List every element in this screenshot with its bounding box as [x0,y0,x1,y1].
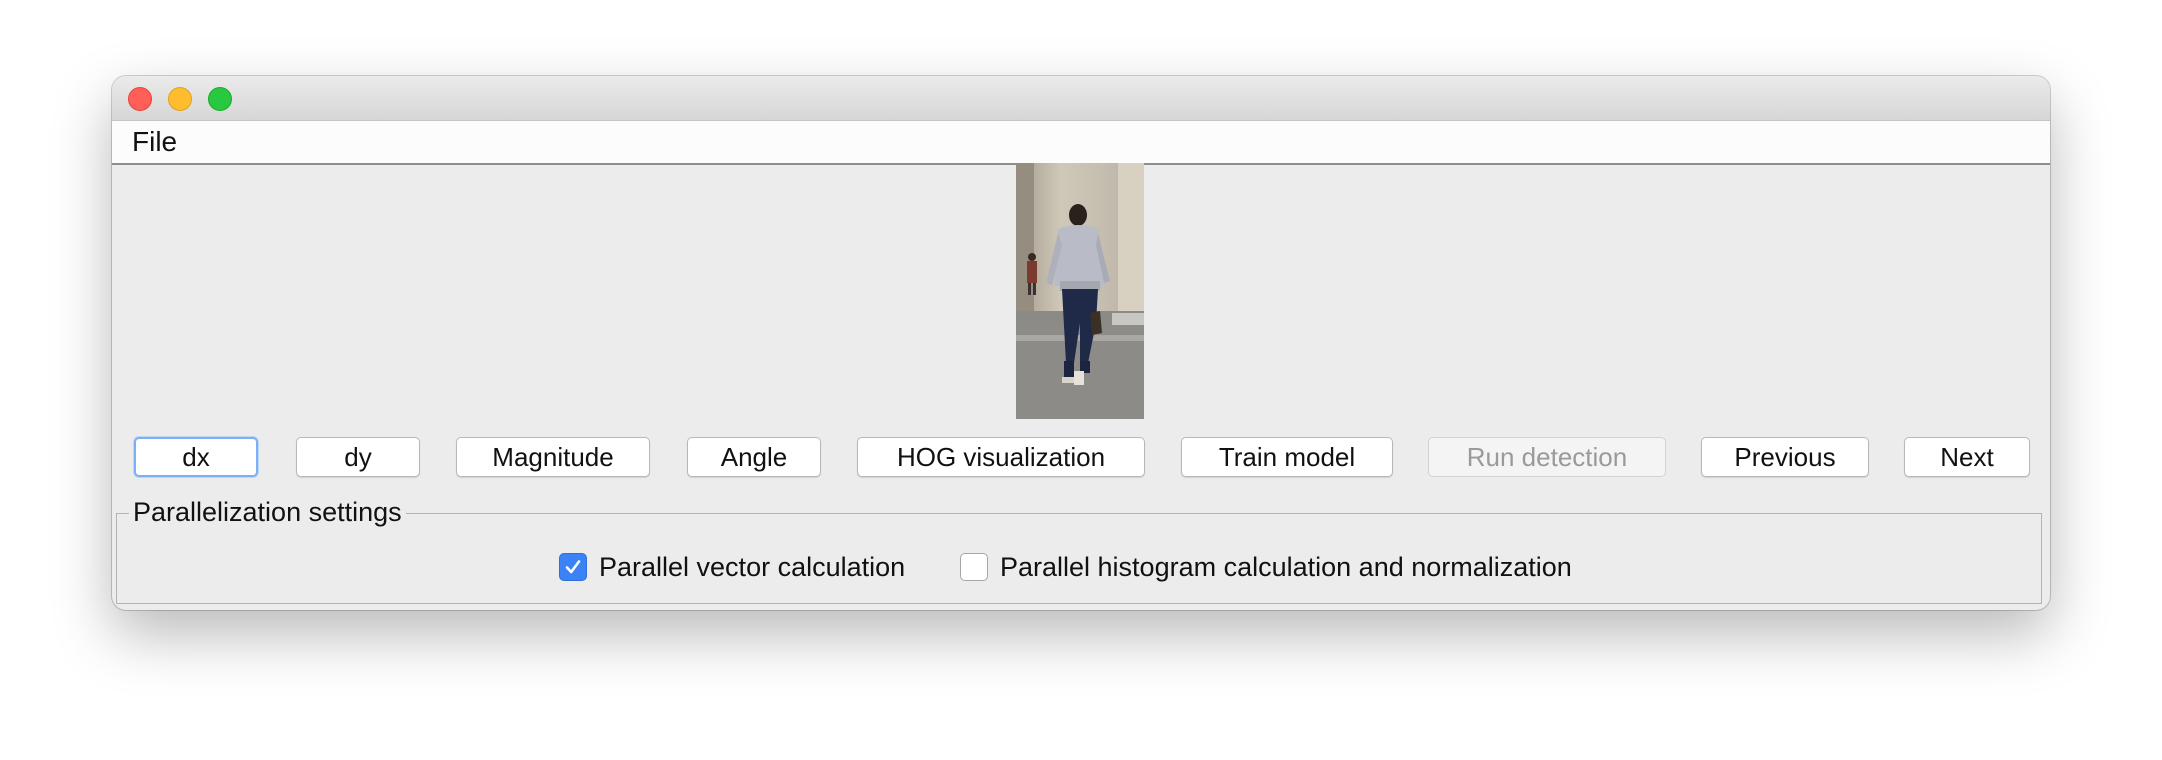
next-button[interactable]: Next [1904,437,2030,477]
magnitude-button[interactable]: Magnitude [456,437,650,477]
pedestrian-image [1016,163,1144,419]
parallel-vector-label[interactable]: Parallel vector calculation [599,552,905,583]
previous-button[interactable]: Previous [1701,437,1869,477]
parallelization-settings-panel: Parallelization settings Parallel vector… [116,496,2042,604]
parallel-vector-checkbox[interactable] [559,553,587,581]
title-bar[interactable] [112,76,2050,121]
pedestrian-photo-icon [1016,163,1144,419]
checkmark-icon [565,560,581,574]
menu-bar: File [112,121,2050,165]
train-model-button[interactable]: Train model [1181,437,1393,477]
close-window-button[interactable] [128,87,152,111]
zoom-window-button[interactable] [208,87,232,111]
parallel-histogram-label[interactable]: Parallel histogram calculation and norma… [1000,552,1572,583]
hog-visualization-button[interactable]: HOG visualization [857,437,1145,477]
parallel-histogram-option[interactable]: Parallel histogram calculation and norma… [960,551,1572,583]
parallelization-settings-title: Parallelization settings [129,496,406,528]
parallel-vector-option[interactable]: Parallel vector calculation [559,551,905,583]
menu-file[interactable]: File [130,127,179,157]
dy-button[interactable]: dy [296,437,420,477]
app-window: File dx dy Magnitude Angle HOG visualiza… [112,76,2050,610]
dx-button[interactable]: dx [134,437,258,477]
run-detection-button: Run detection [1428,437,1666,477]
angle-button[interactable]: Angle [687,437,821,477]
parallel-histogram-checkbox[interactable] [960,553,988,581]
minimize-window-button[interactable] [168,87,192,111]
